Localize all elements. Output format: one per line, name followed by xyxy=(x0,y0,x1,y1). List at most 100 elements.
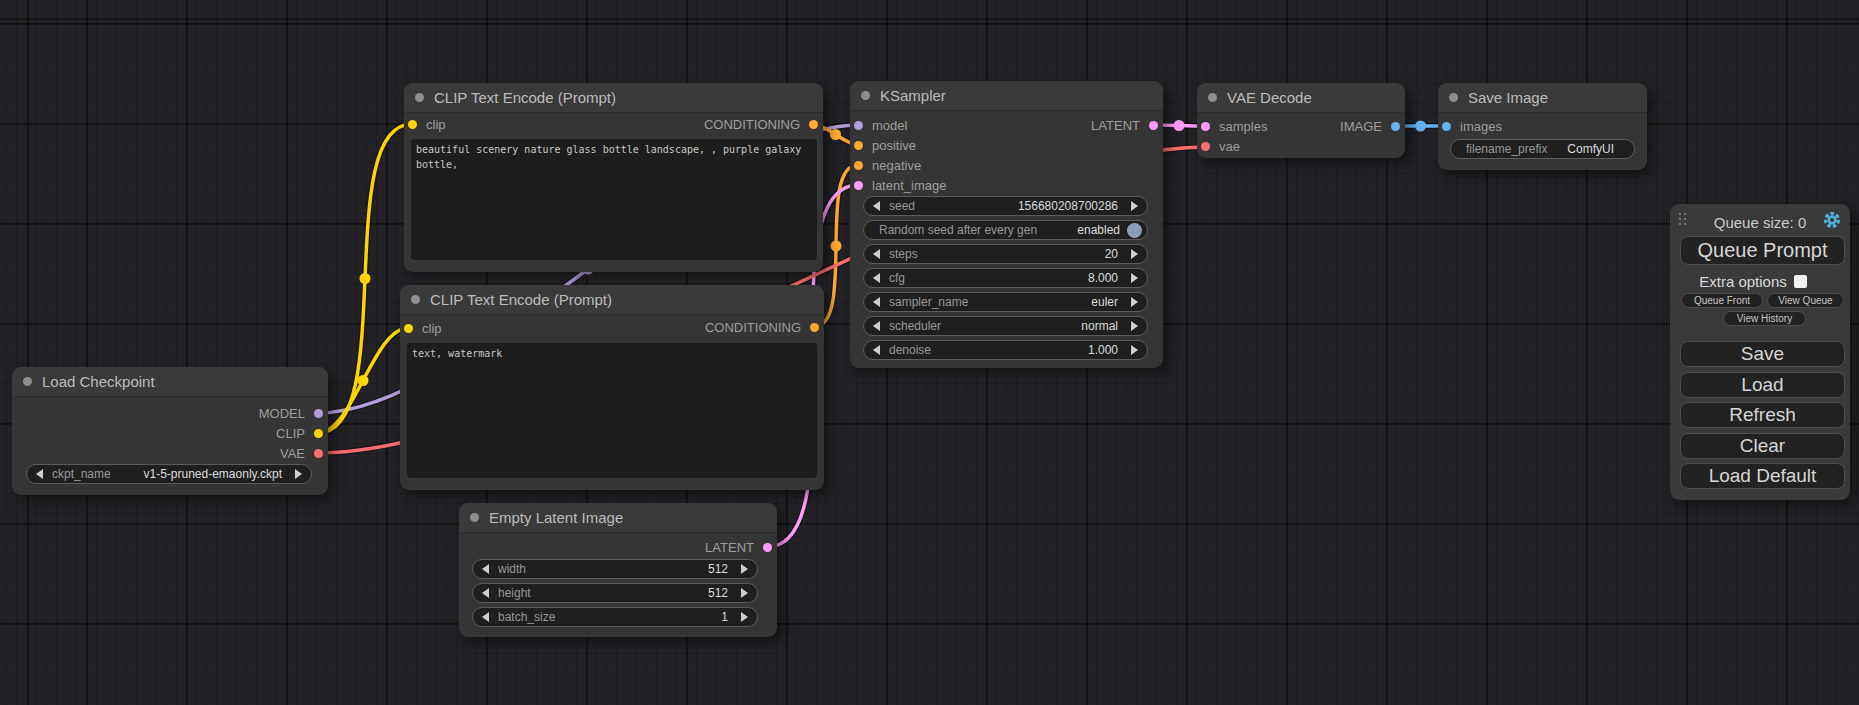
load-button[interactable]: Load xyxy=(1680,372,1845,398)
node-load-checkpoint[interactable]: Load CheckpointMODELCLIPVAEckpt_namev1-5… xyxy=(12,367,328,495)
widget-value: normal xyxy=(1081,319,1118,333)
widget-value: 1 xyxy=(721,610,728,624)
widget-seed[interactable]: seed156680208700286 xyxy=(863,196,1148,216)
input-dot-vae[interactable] xyxy=(1201,142,1210,151)
view-history-button[interactable]: View History xyxy=(1723,311,1806,326)
node-clip-text-encode-positive[interactable]: CLIP Text Encode (Prompt) clip CONDITIONIN… xyxy=(404,83,823,272)
input-label: negative xyxy=(872,158,921,173)
output-dot-CONDITIONING[interactable] xyxy=(809,120,818,129)
input-label: clip xyxy=(426,117,446,132)
widget-batch_size[interactable]: batch_size1 xyxy=(472,607,758,627)
increment-arrow-icon[interactable] xyxy=(295,469,302,479)
node-clip-text-encode-negative[interactable]: CLIP Text Encode (Prompt)clipCONDITIONIN… xyxy=(400,285,824,490)
increment-arrow-icon[interactable] xyxy=(741,588,748,598)
refresh-button[interactable]: Refresh xyxy=(1680,402,1845,428)
increment-arrow-icon[interactable] xyxy=(741,564,748,574)
decrement-arrow-icon[interactable] xyxy=(482,564,489,574)
link-midpoint-dot-4[interactable] xyxy=(831,241,842,252)
increment-arrow-icon[interactable] xyxy=(1131,273,1138,283)
node-save-image[interactable]: Save Imageimagesfilename_prefixComfyUI xyxy=(1438,83,1647,170)
output-label: MODEL xyxy=(259,406,305,421)
widget-ckpt_name[interactable]: ckpt_namev1-5-pruned-emaonly.ckpt xyxy=(26,464,312,484)
input-dot-samples[interactable] xyxy=(1201,122,1210,131)
decrement-arrow-icon[interactable] xyxy=(482,612,489,622)
output-dot-CONDITIONING[interactable] xyxy=(810,323,819,332)
node-status-dot xyxy=(23,377,32,386)
input-dot-model[interactable] xyxy=(854,121,863,130)
node-status-dot xyxy=(411,295,420,304)
decrement-arrow-icon[interactable] xyxy=(873,321,880,331)
widget-steps[interactable]: steps20 xyxy=(863,244,1148,264)
widget-denoise[interactable]: denoise1.000 xyxy=(863,340,1148,360)
widget-random-seed-after-every-gen[interactable]: Random seed after every genenabled xyxy=(863,220,1148,240)
widget-height[interactable]: height512 xyxy=(472,583,758,603)
comfy-menu: Queue size: 0 Queue Prompt Extra options… xyxy=(1670,204,1850,500)
increment-arrow-icon[interactable] xyxy=(1131,345,1138,355)
output-dot-LATENT[interactable] xyxy=(1149,121,1158,130)
widget-filename_prefix[interactable]: filename_prefixComfyUI xyxy=(1450,139,1635,159)
link-midpoint-dot-6[interactable] xyxy=(1174,120,1185,131)
link-midpoint-dot-1[interactable] xyxy=(360,273,371,284)
widget-width[interactable]: width512 xyxy=(472,559,758,579)
queue-prompt-button[interactable]: Queue Prompt xyxy=(1680,236,1845,265)
output-slot-CONDITIONING: CONDITIONING xyxy=(705,317,819,337)
graph-canvas[interactable]: Load CheckpointMODELCLIPVAEckpt_namev1-5… xyxy=(0,0,1859,705)
node-ksampler[interactable]: KSamplermodelpositivenegativelatent_imag… xyxy=(850,81,1163,368)
widget-scheduler[interactable]: schedulernormal xyxy=(863,316,1148,336)
node-title-bar[interactable]: Empty Latent Image xyxy=(459,503,777,533)
output-dot-VAE[interactable] xyxy=(314,449,323,458)
node-title-bar[interactable]: KSampler xyxy=(850,81,1163,111)
node-status-dot xyxy=(1449,93,1458,102)
node-empty-latent-image[interactable]: Empty Latent ImageLATENTwidth512height51… xyxy=(459,503,777,637)
view-queue-button[interactable]: View Queue xyxy=(1767,293,1844,308)
widget-label: Random seed after every gen xyxy=(879,223,1037,237)
input-dot-clip[interactable] xyxy=(404,324,413,333)
prompt-textarea[interactable]: text, watermark xyxy=(407,343,817,478)
increment-arrow-icon[interactable] xyxy=(1131,297,1138,307)
input-dot-clip[interactable] xyxy=(408,120,417,129)
node-title-bar[interactable]: VAE Decode xyxy=(1197,83,1405,113)
input-dot-latent_image[interactable] xyxy=(854,181,863,190)
output-label: VAE xyxy=(280,446,305,461)
output-label: CONDITIONING xyxy=(704,117,800,132)
output-dot-CLIP[interactable] xyxy=(314,429,323,438)
increment-arrow-icon[interactable] xyxy=(1131,201,1138,211)
decrement-arrow-icon[interactable] xyxy=(873,201,880,211)
load-default-button[interactable]: Load Default xyxy=(1680,463,1845,489)
input-dot-images[interactable] xyxy=(1442,122,1451,131)
node-title-bar[interactable]: CLIP Text Encode (Prompt) xyxy=(404,83,823,113)
output-dot-IMAGE[interactable] xyxy=(1391,122,1400,131)
input-label: model xyxy=(872,118,907,133)
widget-sampler_name[interactable]: sampler_nameeuler xyxy=(863,292,1148,312)
input-dot-positive[interactable] xyxy=(854,141,863,150)
queue-front-button[interactable]: Queue Front xyxy=(1681,293,1763,308)
decrement-arrow-icon[interactable] xyxy=(36,469,43,479)
settings-gear-icon[interactable] xyxy=(1823,211,1841,229)
clear-button[interactable]: Clear xyxy=(1680,433,1845,459)
node-title-bar[interactable]: Load Checkpoint xyxy=(12,367,328,397)
node-title-bar[interactable]: Save Image xyxy=(1438,83,1647,113)
node-title-bar[interactable]: CLIP Text Encode (Prompt) xyxy=(400,285,824,315)
widget-cfg[interactable]: cfg8.000 xyxy=(863,268,1148,288)
increment-arrow-icon[interactable] xyxy=(1131,249,1138,259)
save-button[interactable]: Save xyxy=(1680,341,1845,367)
link-midpoint-dot-3[interactable] xyxy=(830,129,841,140)
extra-options-checkbox[interactable] xyxy=(1794,275,1807,288)
node-title: Load Checkpoint xyxy=(42,373,155,390)
node-vae-decode[interactable]: VAE DecodesamplesvaeIMAGE xyxy=(1197,83,1405,158)
link-midpoint-dot-2[interactable] xyxy=(358,375,369,386)
output-dot-LATENT[interactable] xyxy=(763,543,772,552)
input-dot-negative[interactable] xyxy=(854,161,863,170)
toggle-indicator[interactable] xyxy=(1127,223,1142,238)
decrement-arrow-icon[interactable] xyxy=(482,588,489,598)
output-dot-MODEL[interactable] xyxy=(314,409,323,418)
decrement-arrow-icon[interactable] xyxy=(873,345,880,355)
prompt-textarea[interactable]: beautiful scenery nature glass bottle la… xyxy=(411,139,817,260)
increment-arrow-icon[interactable] xyxy=(1131,321,1138,331)
decrement-arrow-icon[interactable] xyxy=(873,249,880,259)
decrement-arrow-icon[interactable] xyxy=(873,273,880,283)
decrement-arrow-icon[interactable] xyxy=(873,297,880,307)
widget-value: v1-5-pruned-emaonly.ckpt xyxy=(143,467,282,481)
link-midpoint-dot-8[interactable] xyxy=(1415,121,1426,132)
increment-arrow-icon[interactable] xyxy=(741,612,748,622)
